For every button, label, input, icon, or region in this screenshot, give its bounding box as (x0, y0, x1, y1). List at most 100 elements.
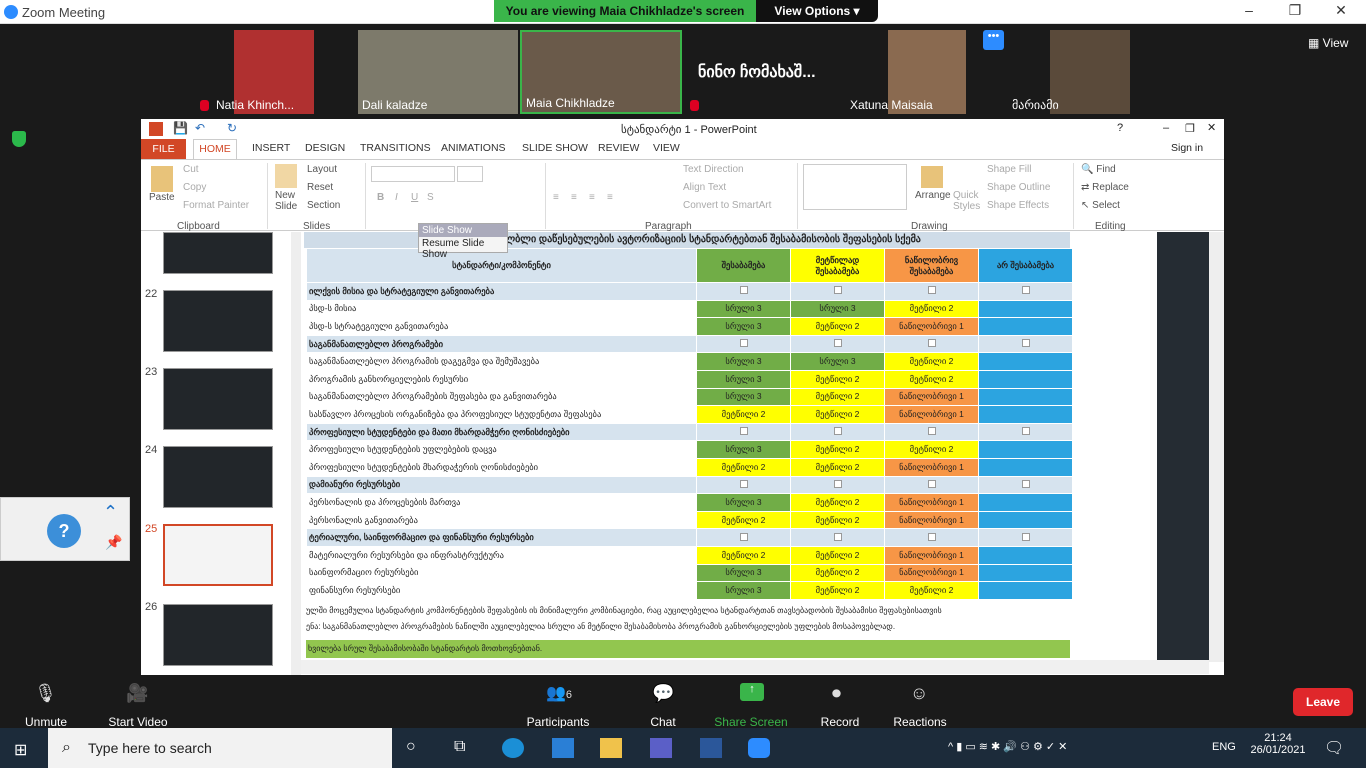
canvas-scrollbar[interactable] (1209, 232, 1224, 662)
participant-tile[interactable]: ნინო ჩომახაშ... (684, 30, 844, 114)
record-icon[interactable]: ⏺ (832, 683, 856, 703)
shadow-button[interactable]: S (427, 192, 434, 203)
new-slide-button[interactable]: New Slide (275, 190, 305, 212)
checkbox-cell[interactable] (978, 282, 1073, 301)
shape-fill-button[interactable]: Shape Fill (987, 164, 1031, 175)
checkbox-cell[interactable] (790, 422, 885, 442)
find-button[interactable]: 🔍 Find (1081, 164, 1116, 175)
justify-icon[interactable]: ≡ (607, 192, 613, 203)
participants-icon[interactable]: 👥6 (546, 683, 586, 703)
tab-animations[interactable]: ANIMATIONS (441, 142, 506, 154)
checkbox-icon[interactable] (927, 286, 936, 295)
copy-button[interactable]: Copy (183, 182, 206, 193)
horizontal-scrollbar[interactable] (301, 660, 1209, 674)
checkbox-icon[interactable] (1021, 427, 1030, 436)
layout-button[interactable]: Layout (307, 164, 337, 175)
participant-tile-active[interactable]: Maia Chikhladze (520, 30, 682, 114)
tab-review[interactable]: REVIEW (598, 142, 639, 154)
slide-thumbnail[interactable] (163, 368, 273, 430)
checkbox-cell[interactable] (884, 528, 979, 547)
checkbox-cell[interactable] (790, 475, 885, 495)
zoom-icon[interactable] (748, 738, 770, 758)
checkbox-icon[interactable] (833, 479, 842, 488)
checkbox-cell[interactable] (696, 528, 791, 547)
format-painter-button[interactable]: Format Painter (183, 200, 249, 211)
leave-button[interactable]: Leave (1293, 688, 1353, 716)
checkbox-icon[interactable] (833, 532, 842, 541)
slides-pane-scrollbar[interactable] (291, 232, 301, 675)
underline-button[interactable]: U (411, 192, 418, 203)
language-indicator[interactable]: ENG (1212, 741, 1236, 753)
checkbox-cell[interactable] (790, 334, 885, 354)
participants-button[interactable]: Participants (526, 715, 590, 729)
checkbox-icon[interactable] (833, 286, 842, 295)
checkbox-icon[interactable] (1021, 479, 1030, 488)
start-video-button[interactable]: Start Video (106, 715, 170, 729)
encryption-shield-icon[interactable] (12, 131, 26, 147)
shape-outline-button[interactable]: Shape Outline (987, 182, 1050, 193)
restore-icon[interactable]: ❐ (1185, 122, 1195, 135)
mic-muted-icon[interactable]: 🎙 (34, 683, 58, 703)
checkbox-icon[interactable] (927, 339, 936, 348)
slide-thumbnail[interactable] (163, 446, 273, 508)
slide-thumbnail-selected[interactable] (163, 524, 273, 586)
help-icon[interactable]: ? (1117, 122, 1123, 134)
sign-in-link[interactable]: Sign in (1171, 142, 1203, 154)
checkbox-cell[interactable] (790, 282, 885, 301)
align-left-icon[interactable]: ≡ (553, 192, 559, 203)
checkbox-icon[interactable] (739, 286, 748, 295)
slide-thumbnail[interactable] (163, 604, 273, 666)
redo-icon[interactable]: ↻ (227, 121, 237, 135)
reset-button[interactable]: Reset (307, 182, 333, 193)
align-text-button[interactable]: Align Text (683, 182, 726, 193)
quick-styles-button[interactable]: Quick Styles (953, 190, 983, 212)
arrange-button[interactable]: Arrange (915, 190, 951, 201)
replace-button[interactable]: ⇄ Replace (1081, 182, 1129, 193)
save-icon[interactable]: 💾 (173, 121, 188, 135)
checkbox-cell[interactable] (978, 334, 1073, 354)
word-icon[interactable] (700, 738, 722, 758)
checkbox-icon[interactable] (739, 479, 748, 488)
help-icon[interactable]: ? (47, 514, 81, 548)
paste-button[interactable]: Paste (149, 192, 175, 203)
checkbox-cell[interactable] (884, 334, 979, 354)
participant-tile[interactable]: Dali kaladze (358, 30, 518, 114)
checkbox-cell[interactable] (884, 282, 979, 301)
select-button[interactable]: ↖ Select (1081, 200, 1120, 211)
cortana-icon[interactable]: ○ (406, 738, 428, 758)
collapse-icon[interactable]: ⌃ (103, 502, 118, 523)
notifications-icon[interactable]: 🗨 (1324, 738, 1344, 758)
close-icon[interactable]: ✕ (1326, 2, 1356, 19)
convert-smartart-button[interactable]: Convert to SmartArt (683, 200, 771, 211)
paste-icon[interactable] (151, 166, 173, 192)
minimize-icon[interactable]: – (1234, 2, 1264, 18)
reactions-button[interactable]: Reactions (892, 715, 948, 729)
chat-button[interactable]: Chat (648, 715, 678, 729)
slide-show-tooltip[interactable]: Slide Show Resume Slide Show (418, 223, 508, 260)
checkbox-icon[interactable] (739, 339, 748, 348)
align-right-icon[interactable]: ≡ (589, 192, 595, 203)
file-explorer-icon[interactable] (600, 738, 622, 758)
font-name-select[interactable] (371, 166, 455, 182)
bold-button[interactable]: B (377, 192, 384, 203)
video-off-icon[interactable]: 🎥 (126, 683, 150, 703)
record-button[interactable]: Record (818, 715, 862, 729)
checkbox-icon[interactable] (927, 427, 936, 436)
checkbox-cell[interactable] (696, 334, 791, 354)
checkbox-icon[interactable] (927, 479, 936, 488)
share-screen-button[interactable]: Share Screen (714, 715, 788, 729)
slide-thumbnail[interactable] (163, 232, 273, 274)
restore-icon[interactable]: ❐ (1280, 2, 1310, 19)
tab-transitions[interactable]: TRANSITIONS (360, 142, 431, 154)
pin-icon[interactable]: 📌 (105, 534, 122, 551)
participant-tile[interactable]: მარიამი (1008, 30, 1168, 114)
view-button[interactable]: ▦ View (1308, 36, 1348, 50)
checkbox-cell[interactable] (884, 422, 979, 442)
checkbox-icon[interactable] (739, 532, 748, 541)
close-icon[interactable]: ✕ (1207, 121, 1216, 134)
checkbox-icon[interactable] (927, 532, 936, 541)
checkbox-cell[interactable] (978, 422, 1073, 442)
checkbox-cell[interactable] (884, 475, 979, 495)
more-options-icon[interactable]: ••• (983, 30, 1004, 50)
undo-icon[interactable]: ↶ (195, 121, 205, 135)
